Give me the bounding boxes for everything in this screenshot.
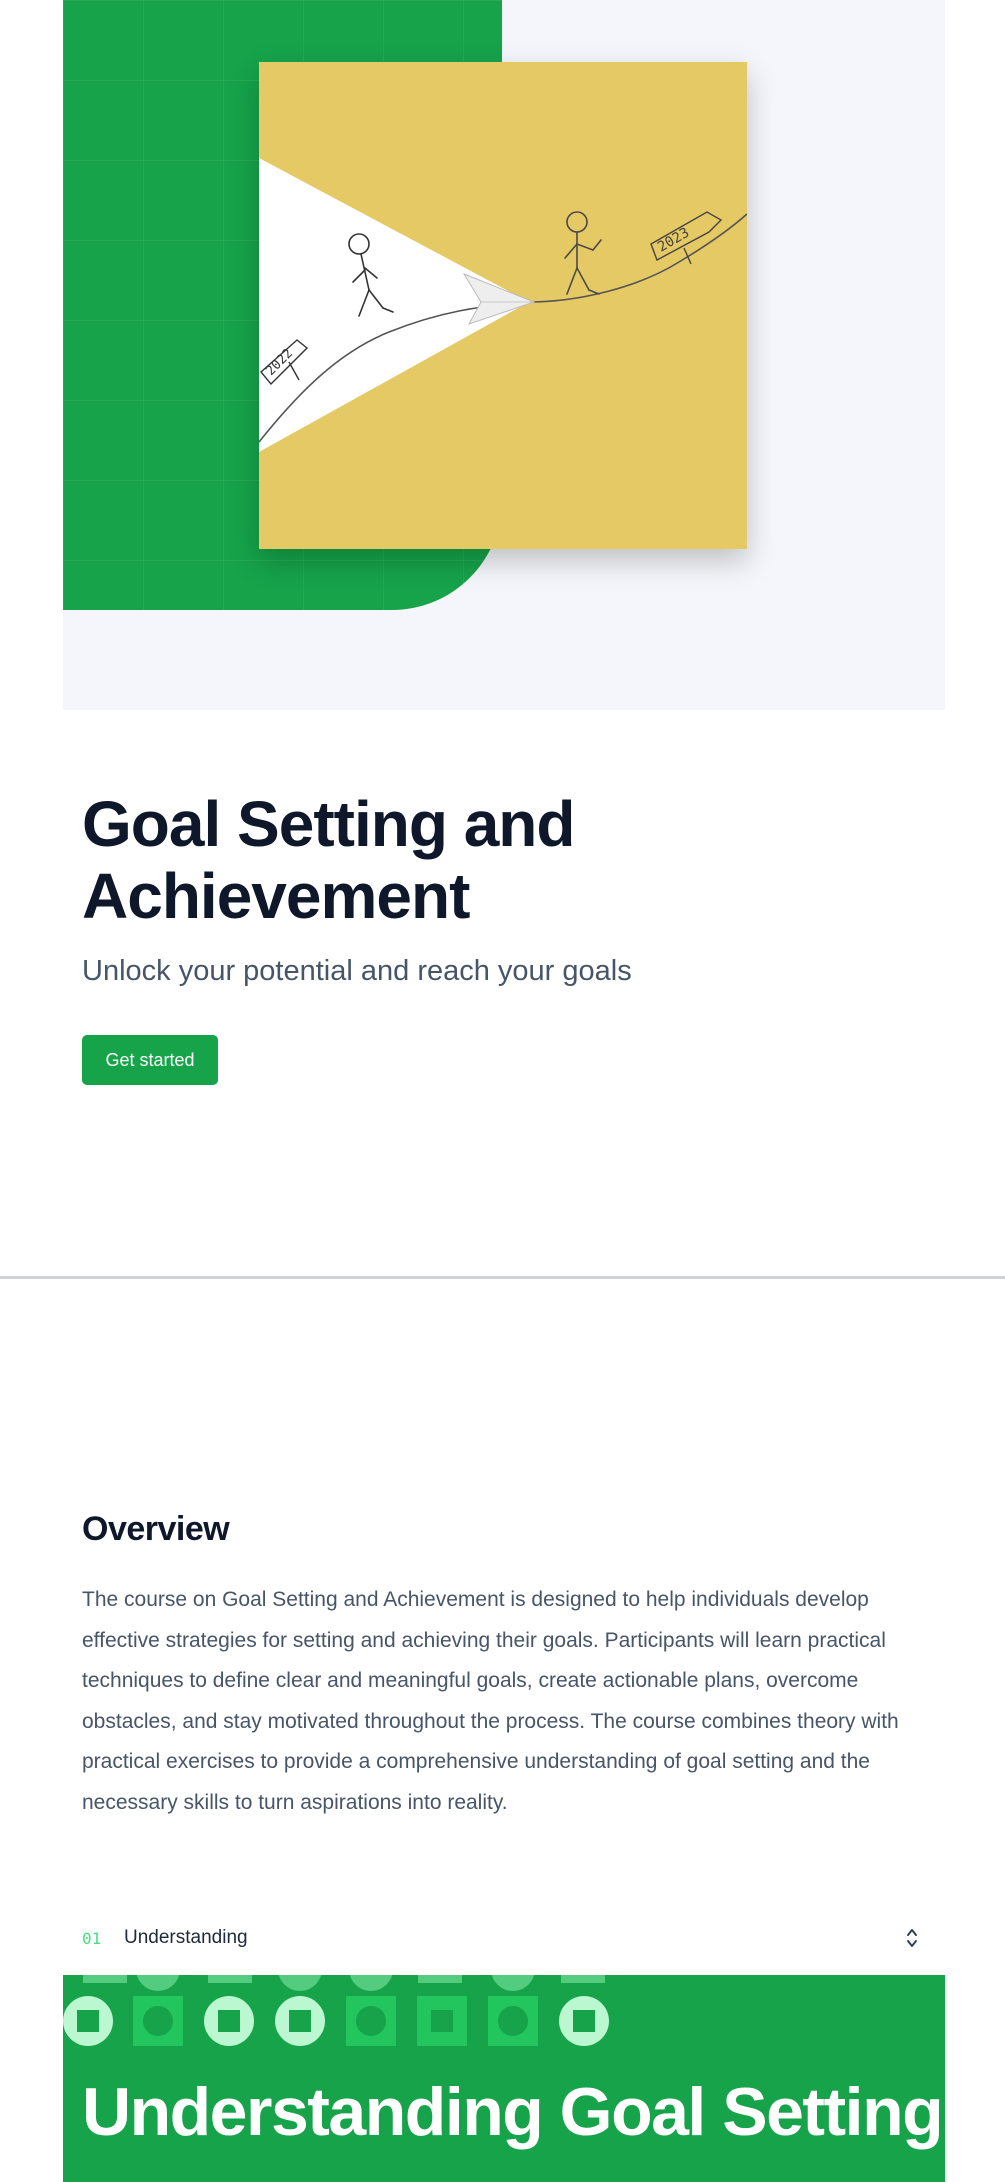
section-divider [0, 1276, 1005, 1279]
module-banner: Understanding Goal Setting [63, 1975, 945, 2182]
page-subtitle: Unlock your potential and reach your goa… [82, 955, 632, 987]
module-accordion-01[interactable]: 01 Understanding [82, 1918, 922, 1958]
module-label: Understanding [124, 1927, 248, 1948]
get-started-button[interactable]: Get started [82, 1035, 218, 1085]
overview-body: The course on Goal Setting and Achieveme… [82, 1588, 899, 1814]
module-banner-title: Understanding Goal Setting [82, 2074, 944, 2150]
page-title: Goal Setting and Achievement [82, 788, 575, 932]
module-number: 01 [82, 1928, 102, 1948]
overview-heading: Overview [82, 1510, 230, 1548]
banner-pattern [63, 1975, 609, 2046]
hero-illustration: 2022 2023 [259, 62, 747, 549]
chevron-up-down-icon[interactable] [902, 1926, 922, 1950]
